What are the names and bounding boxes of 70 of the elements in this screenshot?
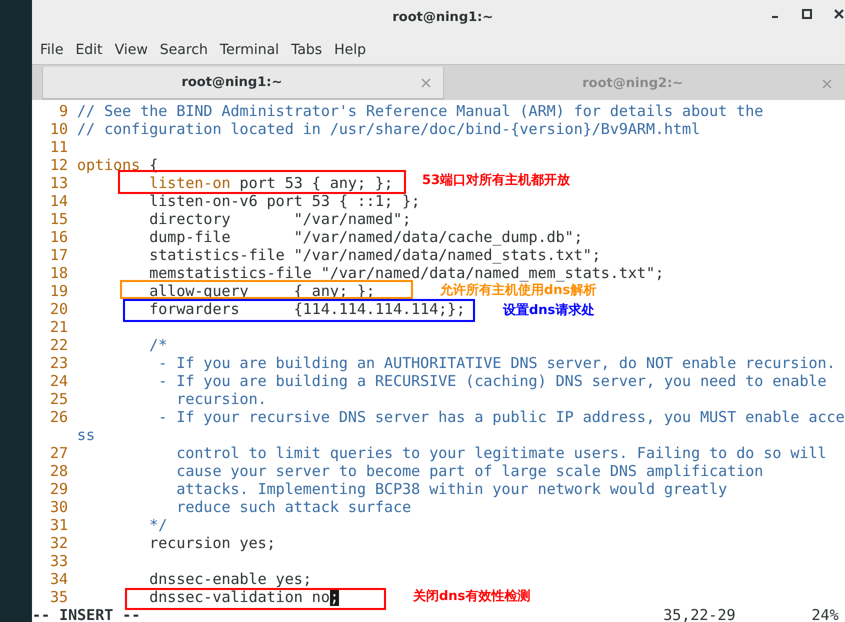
line-number: 11 xyxy=(48,138,68,156)
line-number: 23 xyxy=(48,354,68,372)
line-number: 22 xyxy=(48,336,68,354)
annotation-note: 53端口对所有主机都开放 xyxy=(422,173,570,189)
menu-item[interactable]: File xyxy=(34,40,70,60)
annotation-note: 允许所有主机使用dns解析 xyxy=(440,283,596,299)
menu-item[interactable]: Terminal xyxy=(214,40,286,60)
line-number: 17 xyxy=(48,246,68,264)
tab-label: root@ning2:~ xyxy=(581,74,684,93)
line-number: 16 xyxy=(48,228,68,246)
code-line: - If you are building an AUTHORITATIVE DNS server, do NOT enable recursion. xyxy=(157,354,836,372)
line-number: 18 xyxy=(48,264,68,282)
annotation-note: 设置dns请求处 xyxy=(503,303,594,319)
code-line: /* xyxy=(148,336,168,354)
line-number: 20 xyxy=(48,300,68,318)
code-line: */ xyxy=(148,516,168,534)
line-number: 26 xyxy=(48,408,68,426)
terminal-tab[interactable]: root@ning1:~ xyxy=(42,67,444,100)
code-line: - If you are building a RECURSIVE (caching) DNS server, you need to enable xyxy=(157,372,827,390)
line-number: 25 xyxy=(48,390,68,408)
code-line: reduce such attack surface xyxy=(175,498,412,516)
line-number: 28 xyxy=(48,462,68,480)
scroll-percentage: 24% xyxy=(812,606,839,622)
code-line: dnssec-enable yes; xyxy=(148,570,312,588)
maximize-icon[interactable] xyxy=(802,9,812,19)
code-line: attacks. Implementing BCP38 within your network would greatly xyxy=(175,480,728,498)
code-line: statistics-file "/var/named/data/named_stats.txt"; xyxy=(148,246,601,264)
line-number: 29 xyxy=(48,480,68,498)
line-number: 10 xyxy=(48,120,68,138)
menu-item[interactable]: Tabs xyxy=(285,40,328,60)
code-line: recursion. xyxy=(175,390,267,408)
line-number: 27 xyxy=(48,444,68,462)
code-line: // See the BIND Administrator's Reference Manual (ARM) for details about the xyxy=(77,102,764,120)
code-line: memstatistics-file "/var/named/data/named_mem_stats.txt"; xyxy=(148,264,664,282)
line-number: 35 xyxy=(48,588,68,606)
tab-label: root@ning1:~ xyxy=(180,74,284,92)
cursor-position: 35,22-29 xyxy=(663,606,736,622)
line-number: 21 xyxy=(48,318,68,336)
code-line: listen-on port 53 { any; }; xyxy=(148,174,394,192)
line-number: 9 xyxy=(58,102,68,120)
line-number: 19 xyxy=(48,282,68,300)
line-number: 31 xyxy=(48,516,68,534)
window-title: root@ning1:~ xyxy=(392,9,494,28)
code-line: control to limit queries to your legitimate users. Failing to do so will xyxy=(175,444,827,462)
menu-item[interactable]: Help xyxy=(328,40,372,60)
code-line: listen-on-v6 port 53 { ::1; }; xyxy=(148,192,420,210)
code-line: ss xyxy=(77,426,96,444)
line-number: 24 xyxy=(48,372,68,390)
line-number: 14 xyxy=(48,192,68,210)
menu-item[interactable]: Edit xyxy=(69,40,109,60)
line-number: 12 xyxy=(48,156,68,174)
line-number: 13 xyxy=(48,174,68,192)
code-line: dump-file "/var/named/data/cache_dump.db"; xyxy=(148,228,583,246)
insert-mode-indicator: -- INSERT -- xyxy=(32,606,140,622)
line-number: 32 xyxy=(48,534,68,552)
line-number: 15 xyxy=(48,210,68,228)
code-line: // configuration located in /usr/share/doc/bind-{version}/Bv9ARM.html xyxy=(77,120,700,138)
line-number: 30 xyxy=(48,498,68,516)
code-line: directory "/var/named"; xyxy=(148,210,412,228)
annotation-note: 关闭dns有效性检测 xyxy=(413,589,530,605)
code-line: dnssec-validation no; xyxy=(148,588,339,606)
line-number: 33 xyxy=(48,552,68,570)
close-icon[interactable] xyxy=(834,9,844,19)
code-line: cause your server to become part of large scale DNS amplification xyxy=(175,462,764,480)
code-line: forwarders {114.114.114.114;}; xyxy=(148,300,466,318)
code-line: - If your recursive DNS server has a public IP address, you MUST enable acce xyxy=(157,408,845,426)
menu-item[interactable]: Search xyxy=(154,40,214,60)
line-number: 34 xyxy=(48,570,68,588)
code-line: recursion yes; xyxy=(148,534,276,552)
menu-item[interactable]: View xyxy=(108,40,154,60)
